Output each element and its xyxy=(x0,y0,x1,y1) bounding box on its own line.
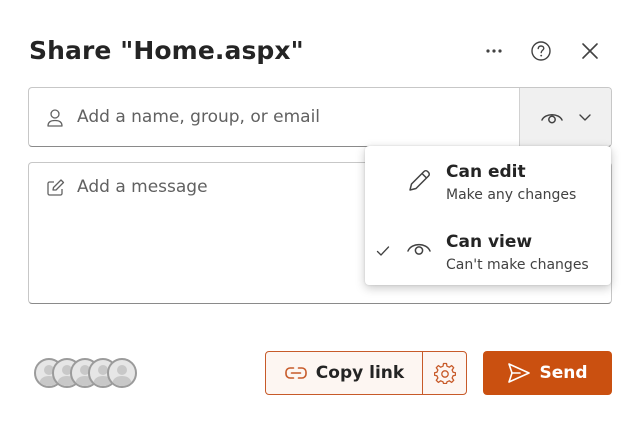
menu-item-can-view[interactable]: Can view Can't make changes xyxy=(365,218,611,286)
eye-icon xyxy=(407,243,431,255)
copy-link-group: Copy link xyxy=(265,351,467,395)
send-label: Send xyxy=(539,363,588,383)
more-options-button[interactable] xyxy=(479,36,509,66)
more-horizontal-icon xyxy=(486,49,502,53)
chevron-down-icon xyxy=(578,114,591,121)
copy-link-label: Copy link xyxy=(315,363,405,383)
send-icon xyxy=(508,363,531,383)
avatar xyxy=(107,358,137,388)
help-button[interactable] xyxy=(526,36,556,66)
send-button[interactable]: Send xyxy=(483,351,612,395)
checkmark-icon xyxy=(376,246,390,256)
invite-field[interactable] xyxy=(28,87,612,147)
person-icon xyxy=(112,365,132,386)
invite-input[interactable] xyxy=(77,88,517,146)
message-input[interactable] xyxy=(77,177,377,287)
close-button[interactable] xyxy=(575,36,605,66)
question-circle-icon xyxy=(531,41,551,61)
permission-dropdown-button[interactable] xyxy=(519,88,611,146)
menu-item-can-edit[interactable]: Can edit Make any changes xyxy=(365,148,611,216)
eye-icon xyxy=(540,114,563,124)
copy-link-button[interactable]: Copy link xyxy=(266,352,423,394)
dialog-title: Share "Home.aspx" xyxy=(29,36,304,65)
shared-with-avatars[interactable] xyxy=(34,358,144,390)
compose-icon xyxy=(47,179,65,196)
permission-menu: Can edit Make any changes Can view Can't… xyxy=(365,146,611,285)
link-icon xyxy=(284,367,307,379)
gear-icon xyxy=(433,362,456,384)
person-icon xyxy=(47,109,63,127)
link-settings-button[interactable] xyxy=(423,352,466,394)
menu-item-label: Can edit xyxy=(446,162,526,182)
pencil-icon xyxy=(409,170,430,191)
menu-item-description: Can't make changes xyxy=(446,257,589,273)
menu-item-label: Can view xyxy=(446,232,533,252)
close-icon xyxy=(582,43,598,59)
menu-item-description: Make any changes xyxy=(446,187,577,203)
